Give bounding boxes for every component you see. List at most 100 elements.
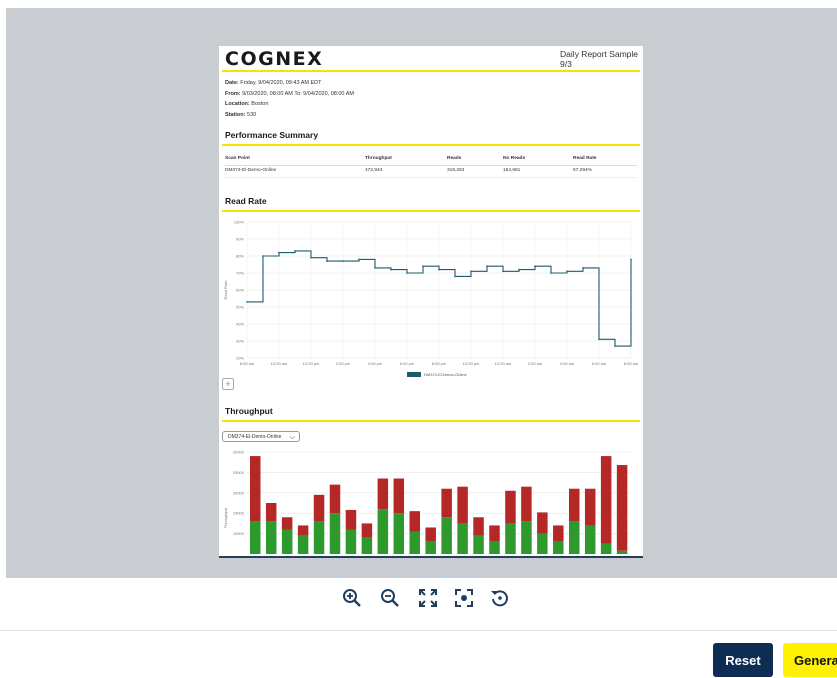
data-point xyxy=(262,255,264,257)
zoom-in-button[interactable] xyxy=(340,586,364,610)
meta-location: Location: Boston xyxy=(225,101,269,107)
cell-no-reads: 154,681 xyxy=(503,168,521,173)
performance-rule xyxy=(222,144,640,146)
x-tick-label: 10:00 am xyxy=(271,361,288,366)
performance-heading: Performance Summary xyxy=(225,130,319,140)
data-point xyxy=(406,272,408,274)
bar-no-reads xyxy=(600,456,612,544)
y-tick-label: 20% xyxy=(236,356,244,361)
col-throughput: Throughput xyxy=(365,156,392,161)
data-point xyxy=(390,268,392,271)
bar-reads xyxy=(409,531,420,554)
data-point xyxy=(438,268,440,271)
bar-reads xyxy=(441,517,452,554)
bar-no-reads xyxy=(457,486,468,524)
report-preview-area[interactable]: COGNEX Daily Report Sample 9/3 Date: Fri… xyxy=(6,8,837,578)
x-tick-label: 6:00 am xyxy=(592,361,607,366)
reset-view-button[interactable] xyxy=(488,586,512,610)
data-point xyxy=(246,301,248,303)
data-point xyxy=(566,270,568,273)
bar-no-reads xyxy=(377,478,389,510)
fit-screen-button[interactable] xyxy=(416,586,440,610)
meta-station: Station: 530 xyxy=(225,111,257,118)
bar-reads xyxy=(345,529,357,554)
meta-date: Date: Friday, 9/04/2020, 09:43 AM EDT xyxy=(225,80,322,86)
col-reads: Reads xyxy=(447,156,462,161)
center-focus-icon xyxy=(455,589,473,607)
data-point xyxy=(614,345,616,347)
data-point xyxy=(422,265,424,267)
data-point xyxy=(310,256,312,259)
y-axis-label: Read Rate xyxy=(223,280,228,300)
data-point xyxy=(374,267,376,269)
bar-no-reads xyxy=(250,456,261,522)
bar-reads xyxy=(505,523,516,554)
bar-reads xyxy=(600,543,612,554)
data-point xyxy=(470,270,472,273)
report-title-line1: Daily Report Sample xyxy=(560,49,638,59)
data-point xyxy=(358,258,360,261)
data-point xyxy=(518,268,520,271)
bar-no-reads xyxy=(425,527,436,542)
bar-reads xyxy=(521,521,532,554)
reset-button[interactable]: Reset xyxy=(713,643,773,677)
y-tick-label: 90% xyxy=(236,237,244,242)
throughput-rule xyxy=(222,420,640,422)
table-row: DM374-El-Demo-Online 472,944 318,263 154… xyxy=(225,168,637,178)
bar-no-reads xyxy=(393,478,405,514)
bar-no-reads xyxy=(505,490,516,524)
bar-no-reads xyxy=(553,525,564,542)
generate-button[interactable]: Genera xyxy=(783,643,837,677)
scan-point-dropdown[interactable]: DM374-El-Demo-Online ⌵ xyxy=(222,431,300,442)
data-point xyxy=(454,275,456,278)
x-tick-label: 4:00 am xyxy=(560,361,575,366)
y-tick-label: 25000 xyxy=(233,470,245,475)
x-tick-label: 12:00 pm xyxy=(303,361,320,366)
bar-no-reads xyxy=(281,517,293,530)
dropdown-value: DM374-El-Demo-Online xyxy=(228,434,282,440)
y-tick-label: 50% xyxy=(236,305,244,310)
bar-reads xyxy=(616,550,628,554)
performance-table-header: Scan Point Throughput Reads No Reads Rea… xyxy=(225,156,637,166)
bar-no-reads xyxy=(313,494,325,522)
data-point xyxy=(486,265,488,267)
bar-no-reads xyxy=(361,523,373,538)
x-tick-label: 8:00 pm xyxy=(432,361,447,366)
bar-reads xyxy=(361,537,373,554)
bar-reads xyxy=(281,529,293,554)
y-tick-label: 30% xyxy=(236,339,244,344)
x-tick-label: 8:00 am xyxy=(240,361,255,366)
bar-no-reads xyxy=(409,511,420,532)
zoom-out-button[interactable] xyxy=(378,586,402,610)
col-no-reads: No Reads xyxy=(503,156,526,161)
y-tick-label: 30000 xyxy=(233,450,245,455)
x-tick-label: 2:00 pm xyxy=(336,361,351,366)
bar-reads xyxy=(265,521,277,554)
chart-expand-button[interactable]: + xyxy=(222,378,234,390)
bar-reads xyxy=(553,541,564,554)
report-meta: Date: Friday, 9/04/2020, 09:43 AM EDT Fr… xyxy=(225,78,354,120)
cell-read-rate: 67.294% xyxy=(573,168,592,173)
bar-no-reads xyxy=(489,525,500,542)
bar-no-reads xyxy=(441,488,452,518)
x-tick-label: 8:00 am xyxy=(624,361,639,366)
footer-divider xyxy=(0,630,837,631)
data-point xyxy=(502,270,504,273)
data-point xyxy=(630,258,632,261)
bar-no-reads xyxy=(297,525,309,536)
bar-no-reads xyxy=(537,512,548,534)
bar-reads xyxy=(313,521,325,554)
report-title: Daily Report Sample 9/3 xyxy=(560,49,638,69)
data-point xyxy=(294,250,296,252)
y-tick-label: 20000 xyxy=(233,490,245,495)
bar-no-reads xyxy=(521,486,532,522)
readrate-heading: Read Rate xyxy=(225,196,267,206)
x-tick-label: 6:00 pm xyxy=(400,361,415,366)
cognex-logo: COGNEX xyxy=(225,48,324,70)
y-tick-label: 60% xyxy=(236,288,244,293)
data-point xyxy=(278,251,280,254)
center-focus-button[interactable] xyxy=(452,586,476,610)
y-tick-label: 15000 xyxy=(233,511,245,516)
bar-no-reads xyxy=(345,509,357,530)
bar-reads xyxy=(329,513,341,554)
